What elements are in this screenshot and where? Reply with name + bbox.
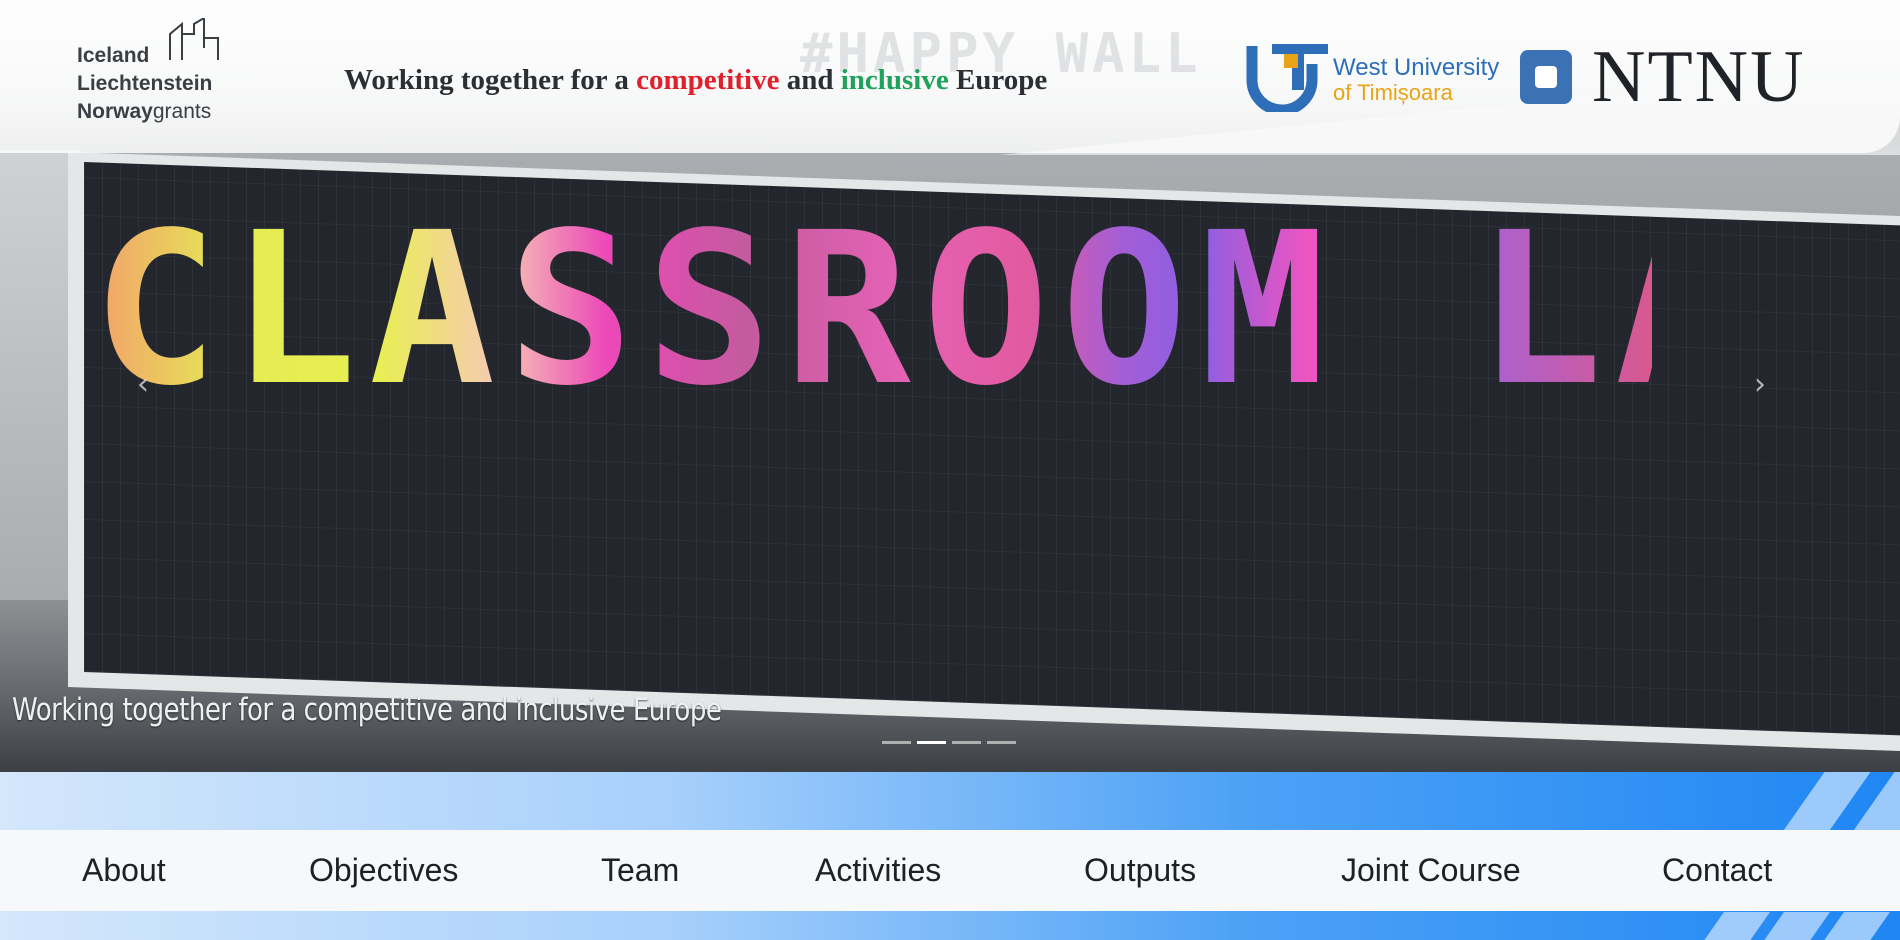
eea-grants-mark-icon <box>169 18 219 60</box>
band-decor-stripe <box>1695 912 1771 940</box>
wut-name-line1: West University <box>1333 54 1500 81</box>
eea-logo-grants: grants <box>152 100 212 123</box>
nav-item-about[interactable]: About <box>82 850 166 890</box>
main-nav: About Objectives Team Activities Outputs… <box>0 830 1900 911</box>
west-university-logo[interactable]: West University of Timișoara <box>1246 40 1514 116</box>
carousel-indicator-4[interactable] <box>987 741 1016 744</box>
carousel-caption: Working together for a competitive and i… <box>12 692 722 728</box>
eea-grants-logo[interactable]: Iceland Liechtenstein Norwaygrants <box>77 18 237 128</box>
eea-logo-norway: Norway <box>77 100 153 123</box>
band-decor-stripe <box>1815 912 1891 940</box>
tagline-part3: Europe <box>948 64 1048 96</box>
nav-item-objectives[interactable]: Objectives <box>309 850 458 890</box>
carousel-next-button[interactable]: › <box>1745 370 1775 400</box>
tagline-part1: Working together for a <box>344 64 637 96</box>
carousel-indicator-2[interactable] <box>917 741 946 744</box>
tagline-competitive: competitive <box>636 64 780 96</box>
ntnu-mark-icon <box>1520 50 1572 104</box>
nav-item-joint-course[interactable]: Joint Course <box>1341 850 1521 890</box>
wut-mark-icon <box>1246 44 1328 116</box>
hero-wall-text: CLASSROOM LAB <box>92 187 1892 432</box>
ntnu-logo[interactable]: NTNU <box>1520 40 1810 114</box>
chevron-right-icon: › <box>1754 367 1766 402</box>
nav-item-contact[interactable]: Contact <box>1662 850 1772 890</box>
eea-logo-line2: Liechtenstein <box>77 72 213 95</box>
nav-item-team[interactable]: Team <box>601 850 679 890</box>
carousel-indicator-1[interactable] <box>882 741 911 744</box>
carousel-indicator-3[interactable] <box>952 741 981 744</box>
tagline-part2: and <box>779 64 841 96</box>
carousel-indicators <box>882 741 1016 744</box>
band-decor-stripe <box>1755 912 1831 940</box>
wut-name-line2: of Timișoara <box>1333 80 1453 105</box>
carousel-prev-button[interactable]: ‹ <box>128 370 158 400</box>
header-tagline: Working together for a competitive and i… <box>344 64 1047 97</box>
chevron-left-icon: ‹ <box>137 367 149 402</box>
nav-item-outputs[interactable]: Outputs <box>1084 850 1196 890</box>
tagline-inclusive: inclusive <box>840 64 949 96</box>
eea-logo-line3: Norwaygrants <box>77 98 237 126</box>
ntnu-wordmark: NTNU <box>1592 36 1806 118</box>
nav-item-activities[interactable]: Activities <box>815 850 941 890</box>
